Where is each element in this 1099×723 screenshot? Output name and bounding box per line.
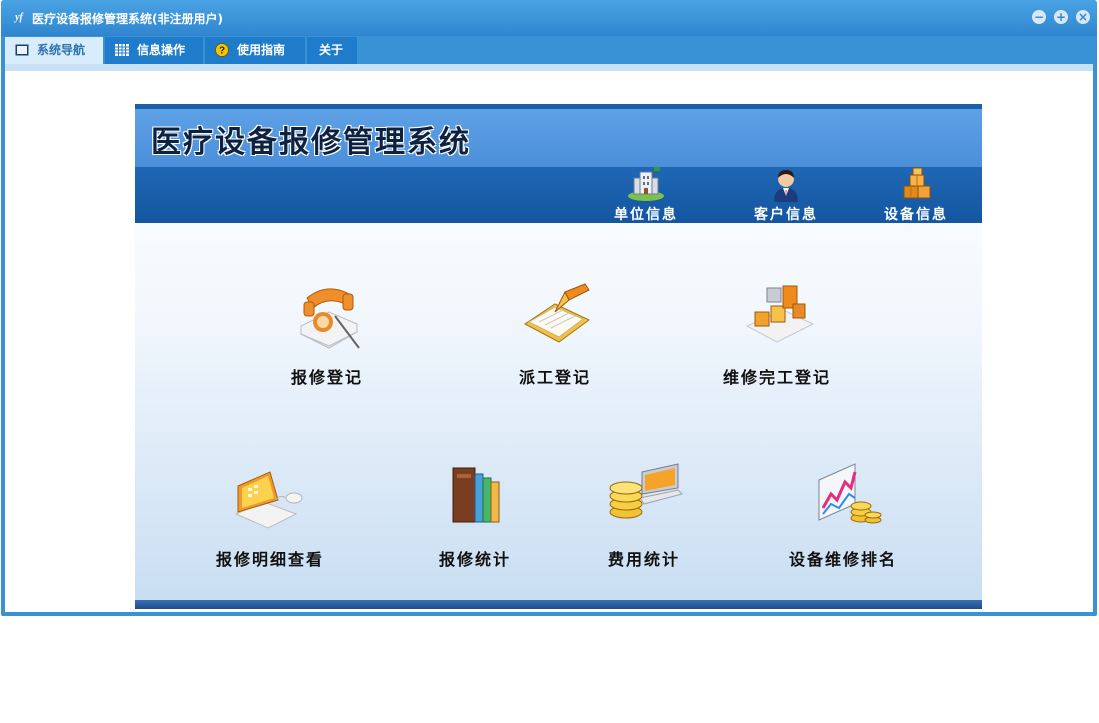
user-icon bbox=[774, 170, 798, 202]
quick-link-customer-info[interactable]: 客户信息 bbox=[746, 166, 826, 224]
telephone-icon bbox=[299, 288, 360, 349]
content-area: 医疗设备报修管理系统 单位信息 客户信息 设备信息 报修登记 派工登记 维修完工… bbox=[5, 64, 1093, 612]
module-device-repair-ranking[interactable]: 设备维修排名 bbox=[763, 458, 923, 578]
monitor-icon bbox=[15, 44, 29, 56]
app-window: yf 医疗设备报修管理系统(非注册用户) − + × 系统导航 信息操作 ? 使… bbox=[1, 0, 1097, 616]
module-repair-detail-view[interactable]: 报修明细查看 bbox=[190, 458, 350, 578]
blocks-icon bbox=[745, 285, 815, 343]
boxes-icon bbox=[903, 167, 931, 199]
laptop-icon bbox=[234, 471, 303, 529]
quick-link-label: 设备信息 bbox=[884, 207, 948, 223]
title-bar[interactable]: yf 医疗设备报修管理系统(非注册用户) − + × bbox=[1, 0, 1097, 36]
module-label: 报修统计 bbox=[438, 550, 511, 569]
module-label: 派工登记 bbox=[518, 368, 591, 387]
quick-link-band bbox=[135, 167, 982, 223]
help-icon: ? bbox=[215, 43, 229, 57]
tab-info-operations[interactable]: 信息操作 bbox=[105, 37, 203, 64]
chart-icon bbox=[818, 463, 882, 524]
tab-system-navigation[interactable]: 系统导航 bbox=[5, 37, 103, 64]
panel-title: 医疗设备报修管理系统 bbox=[151, 125, 471, 160]
quick-link-device-info[interactable]: 设备信息 bbox=[876, 166, 956, 224]
quick-link-label: 单位信息 bbox=[614, 207, 678, 223]
svg-text:?: ? bbox=[219, 46, 225, 57]
module-repair-completion[interactable]: 维修完工登记 bbox=[697, 276, 857, 396]
module-label: 维修完工登记 bbox=[722, 368, 831, 387]
navigation-panel: 医疗设备报修管理系统 单位信息 客户信息 设备信息 报修登记 派工登记 维修完工… bbox=[135, 104, 982, 609]
quick-link-unit-info[interactable]: 单位信息 bbox=[606, 166, 686, 224]
module-repair-registration[interactable]: 报修登记 bbox=[247, 276, 407, 396]
maximize-button[interactable]: + bbox=[1054, 10, 1068, 24]
menu-tab-bar: 系统导航 信息操作 ? 使用指南 关于 bbox=[1, 36, 1097, 64]
minimize-button[interactable]: − bbox=[1032, 10, 1046, 24]
quick-link-label: 客户信息 bbox=[754, 207, 818, 223]
coins-icon bbox=[609, 463, 683, 519]
module-label: 费用统计 bbox=[607, 550, 680, 569]
module-label: 报修登记 bbox=[290, 368, 363, 387]
module-dispatch-registration[interactable]: 派工登记 bbox=[475, 276, 635, 396]
panel-header: 医疗设备报修管理系统 bbox=[135, 109, 982, 167]
building-icon bbox=[628, 167, 664, 201]
window-title: 医疗设备报修管理系统(非注册用户) bbox=[32, 12, 223, 26]
panel-bottom-border bbox=[135, 600, 982, 609]
content-top-strip bbox=[5, 64, 1093, 71]
notepad-icon bbox=[524, 283, 590, 343]
module-repair-statistics[interactable]: 报修统计 bbox=[395, 458, 555, 578]
grid-icon bbox=[115, 44, 129, 56]
books-icon bbox=[451, 467, 503, 529]
app-logo-icon: yf bbox=[15, 12, 23, 23]
tab-user-guide[interactable]: ? 使用指南 bbox=[205, 37, 305, 64]
tab-label: 系统导航 bbox=[37, 43, 86, 57]
close-button[interactable]: × bbox=[1076, 10, 1090, 24]
tab-label: 信息操作 bbox=[137, 43, 186, 57]
tab-about[interactable]: 关于 bbox=[307, 37, 357, 64]
tab-label: 关于 bbox=[319, 43, 344, 57]
module-label: 设备维修排名 bbox=[788, 550, 897, 569]
module-cost-statistics[interactable]: 费用统计 bbox=[564, 458, 724, 578]
module-label: 报修明细查看 bbox=[215, 550, 324, 569]
tab-label: 使用指南 bbox=[237, 43, 286, 57]
